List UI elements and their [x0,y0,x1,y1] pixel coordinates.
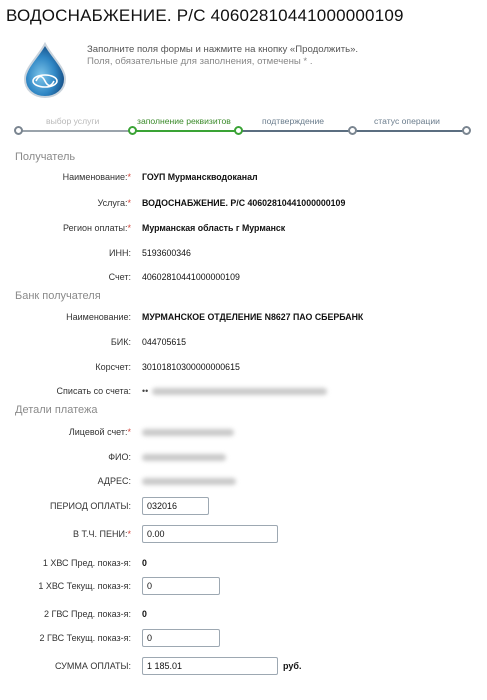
gvs-prev-label: 2 ГВС Пред. показ-я: [43,609,131,619]
personal-account-blurred [142,429,234,436]
bank-name-label: Наименование: [66,312,131,322]
period-label: ПЕРИОД ОПЛАТЫ: [50,501,131,511]
account-label: Счет: [108,272,131,282]
bik-row: БИК: 044705615 [0,335,487,351]
step-track-done [18,130,133,132]
corr-account-value: 30101810300000000615 [142,362,240,372]
sum-label: СУММА ОПЛАТЫ: [54,661,131,671]
address-label: АДРЕС: [97,476,131,486]
gvs-prev-value: 0 [142,609,147,619]
hvs-cur-label: 1 ХВС Текущ. показ-я: [38,581,131,591]
region-label: Регион оплаты:* [63,223,131,233]
bik-label: БИК: [110,337,131,347]
debit-account-blurred[interactable] [152,388,327,395]
address-blurred [142,478,236,485]
gvs-current-input[interactable]: 0 [142,629,220,647]
page-title: ВОДОСНАБЖЕНИЕ. Р/С 40602810441000000109 [6,6,404,25]
instruction-line: Заполните поля формы и нажмите на кнопку… [87,44,359,55]
section-bank: Банк получателя [15,290,101,302]
step-operation-status: статус операции [374,116,440,126]
hvs-prev-label: 1 ХВС Пред. показ-я: [42,558,131,568]
step-dot-5 [462,126,471,135]
recipient-name-row: Наименование:* ГОУП Мурманскводоканал [0,170,487,186]
bank-name-row: Наименование: МУРМАНСКОЕ ОТДЕЛЕНИЕ N8627… [0,310,487,326]
step-confirmation: подтверждение [262,116,325,126]
debit-account-mask: •• [142,386,149,396]
gvs-prev-row: 2 ГВС Пред. показ-я: 0 [0,607,487,623]
step-dot-2 [128,126,137,135]
fio-label: ФИО: [108,452,131,462]
step-dot-4 [348,126,357,135]
recipient-name-value: ГОУП Мурманскводоканал [142,172,258,182]
account-value: 40602810441000000109 [142,272,240,282]
fine-input[interactable]: 0.00 [142,525,278,543]
section-payment-details: Детали платежа [15,404,98,416]
service-row: Услуга:* ВОДОСНАБЖЕНИЕ. Р/С 406028104410… [0,196,487,212]
debit-account-label: Списать со счета: [56,386,131,396]
debit-account-row[interactable]: Списать со счета: •• [0,384,487,400]
inn-label: ИНН: [109,248,131,258]
personal-account-row: Лицевой счет:* [0,425,487,441]
required-note: Поля, обязательные для заполнения, отмеч… [87,56,313,67]
gvs-cur-row: 2 ГВС Текущ. показ-я: [0,629,487,645]
address-row: АДРЕС: [0,474,487,490]
gvs-cur-label: 2 ГВС Текущ. показ-я: [39,633,131,643]
corr-account-label: Корсчет: [95,362,131,372]
hvs-cur-row: 1 ХВС Текущ. показ-я: [0,577,487,593]
account-row: Счет: 40602810441000000109 [0,270,487,286]
inn-value: 5193600346 [142,248,191,258]
personal-account-label: Лицевой счет:* [68,427,131,437]
period-input[interactable]: 032016 [142,497,209,515]
bik-value: 044705615 [142,337,187,347]
step-track-active [133,130,239,132]
sum-input[interactable]: 1 185.01 [142,657,278,675]
service-label: Услуга:* [97,198,131,208]
recipient-name-label: Наименование:* [62,172,131,182]
step-fill-details: заполнение реквизитов [137,116,231,126]
service-value: ВОДОСНАБЖЕНИЕ. Р/С 40602810441000000109 [142,198,346,208]
step-dot-1 [14,126,23,135]
fio-row: ФИО: [0,450,487,466]
hvs-prev-row: 1 ХВС Пред. показ-я: 0 [0,556,487,572]
corr-account-row: Корсчет: 30101810300000000615 [0,360,487,376]
section-recipient: Получатель [15,151,76,163]
inn-row: ИНН: 5193600346 [0,246,487,262]
water-drop-logo [22,41,68,99]
currency-suffix: руб. [283,661,302,671]
progress-steps: выбор услуги заполнение реквизитов подтв… [14,116,474,140]
period-row: ПЕРИОД ОПЛАТЫ: [0,497,487,513]
fine-label: В Т.Ч. ПЕНИ:* [73,529,131,539]
step-dot-3 [234,126,243,135]
form-instructions: Заполните поля формы и нажмите на кнопку… [87,44,358,68]
bank-name-value: МУРМАНСКОЕ ОТДЕЛЕНИЕ N8627 ПАО СБЕРБАНК [142,312,364,322]
step-select-service: выбор услуги [46,116,100,126]
region-value: Мурманская область г Мурманск [142,223,286,233]
hvs-current-input[interactable]: 0 [142,577,220,595]
region-row: Регион оплаты:* Мурманская область г Мур… [0,221,487,237]
hvs-prev-value: 0 [142,558,147,568]
fio-blurred [142,454,226,461]
